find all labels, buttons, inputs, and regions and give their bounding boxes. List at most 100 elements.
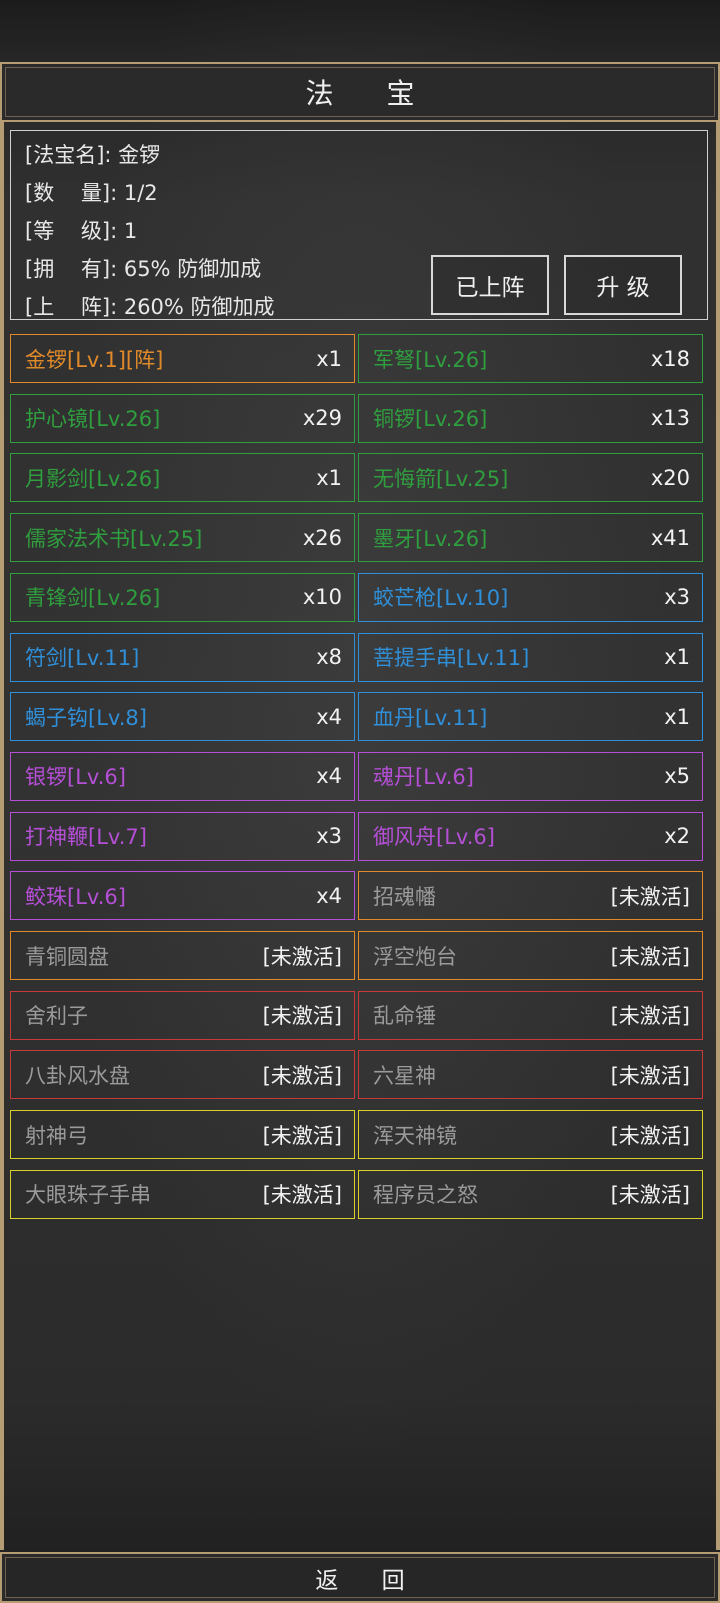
treasure-item[interactable]: 射神弓 [未激活]: [10, 1110, 355, 1160]
treasure-item[interactable]: 月影剑[Lv.26] x1: [10, 453, 355, 503]
treasure-item[interactable]: 符剑[Lv.11] x8: [10, 632, 355, 682]
back-button[interactable]: 返 回: [0, 1552, 720, 1603]
treasure-item-name: 蝎子钩[Lv.8]: [25, 705, 147, 730]
treasure-item[interactable]: 魂丹[Lv.6] x5: [358, 751, 703, 801]
treasure-item-count: x13: [650, 406, 690, 431]
treasure-item-name: 御风舟[Lv.6]: [373, 825, 495, 850]
treasure-item-count: x41: [650, 525, 690, 550]
treasure-item-count: x1: [664, 645, 690, 669]
treasure-item-name: 浮空炮台: [373, 944, 457, 969]
treasure-item[interactable]: 军弩[Lv.26] x18: [358, 334, 703, 383]
info-level: [等 级]: 1: [25, 219, 138, 243]
treasure-item-name: 银锣[Lv.6]: [25, 765, 126, 790]
treasure-item[interactable]: 乱命锤 [未激活]: [358, 990, 703, 1040]
treasure-item[interactable]: 招魂幡 [未激活]: [358, 871, 703, 921]
treasure-item[interactable]: 墨牙[Lv.26] x41: [358, 513, 703, 563]
treasure-item-name: 青铜圆盘: [25, 944, 109, 969]
treasure-item-count: x18: [650, 346, 690, 371]
treasure-item-name: 无悔箭[Lv.25]: [373, 466, 509, 491]
treasure-item-count: [未激活]: [262, 1063, 342, 1088]
treasure-item-name: 八卦风水盘: [25, 1063, 130, 1088]
back-button-label: 返 回: [315, 1567, 423, 1594]
treasure-item-name: 月影剑[Lv.26]: [25, 466, 161, 491]
treasure-item-count: x1: [316, 465, 342, 490]
treasure-item-count: [未激活]: [610, 884, 690, 909]
treasure-item-name: 打神鞭[Lv.7]: [25, 825, 147, 850]
treasure-item-count: [未激活]: [262, 1004, 342, 1029]
treasure-item[interactable]: 血丹[Lv.11] x1: [358, 692, 703, 742]
info-own-bonus: [拥 有]: 65% 防御加成: [25, 257, 262, 281]
treasure-item-name: 军弩[Lv.26]: [373, 347, 488, 372]
treasure-item[interactable]: 浑天神镜 [未激活]: [358, 1110, 703, 1160]
treasure-item[interactable]: 大眼珠子手串 [未激活]: [10, 1169, 355, 1219]
treasure-item-count: x26: [302, 525, 342, 550]
treasure-item[interactable]: 金锣[Lv.1][阵] x1: [10, 334, 355, 383]
treasure-item-count: x4: [316, 764, 342, 789]
treasure-item-count: x4: [316, 883, 342, 908]
treasure-item-count: x29: [302, 406, 342, 431]
info-deploy-bonus: [上 阵]: 260% 防御加成: [25, 295, 275, 319]
treasure-item-count: x20: [650, 465, 690, 490]
treasure-item[interactable]: 银锣[Lv.6] x4: [10, 751, 355, 801]
treasure-item[interactable]: 程序员之怒 [未激活]: [358, 1169, 703, 1219]
treasure-item-count: x3: [316, 824, 342, 849]
treasure-item-name: 血丹[Lv.11]: [373, 705, 488, 730]
treasure-info-panel: [法宝名]: 金锣 [数 量]: 1/2 [等 级]: 1 [拥 有]: 65%…: [10, 130, 708, 320]
treasure-item-name: 射神弓: [25, 1123, 88, 1148]
title-bar: 法 宝: [0, 62, 720, 122]
treasure-item-count: x8: [316, 645, 342, 669]
treasure-item[interactable]: 护心镜[Lv.26] x29: [10, 393, 355, 443]
treasure-item-count: [未激活]: [262, 944, 342, 969]
treasure-item[interactable]: 菩提手串[Lv.11] x1: [358, 632, 703, 682]
treasure-item-count: [未激活]: [610, 944, 690, 969]
treasure-item-count: x1: [316, 346, 342, 371]
treasure-item-count: x10: [302, 585, 342, 610]
upgrade-button[interactable]: 升 级: [564, 255, 682, 315]
treasure-item-name: 舍利子: [25, 1004, 88, 1029]
info-quantity: [数 量]: 1/2: [25, 181, 158, 205]
treasure-item[interactable]: 舍利子 [未激活]: [10, 990, 355, 1040]
treasure-item[interactable]: 浮空炮台 [未激活]: [358, 931, 703, 980]
treasure-item[interactable]: 六星神 [未激活]: [358, 1050, 703, 1100]
treasure-item-count: [未激活]: [262, 1183, 342, 1208]
treasure-item-name: 大眼珠子手串: [25, 1183, 151, 1208]
treasure-item[interactable]: 青铜圆盘 [未激活]: [10, 931, 355, 980]
treasure-item-name: 乱命锤: [373, 1004, 436, 1029]
treasure-item[interactable]: 鲛珠[Lv.6] x4: [10, 871, 355, 921]
treasure-item-count: [未激活]: [610, 1004, 690, 1029]
treasure-item[interactable]: 儒家法术书[Lv.25] x26: [10, 513, 355, 563]
treasure-item-name: 青锋剑[Lv.26]: [25, 586, 161, 611]
treasure-item-name: 菩提手串[Lv.11]: [373, 646, 530, 670]
treasure-item-count: [未激活]: [262, 1123, 342, 1148]
treasure-item-name: 鲛珠[Lv.6]: [25, 884, 126, 909]
treasure-item[interactable]: 蝎子钩[Lv.8] x4: [10, 692, 355, 742]
treasure-item[interactable]: 青锋剑[Lv.26] x10: [10, 572, 355, 622]
treasure-item-count: [未激活]: [610, 1123, 690, 1148]
treasure-item-count: x4: [316, 704, 342, 729]
treasure-item-name: 浑天神镜: [373, 1123, 457, 1148]
treasure-item-count: x5: [664, 764, 690, 789]
treasure-item-name: 儒家法术书[Lv.25]: [25, 526, 203, 551]
treasure-item-name: 金锣[Lv.1][阵]: [25, 347, 164, 372]
treasure-item[interactable]: 蛟芒枪[Lv.10] x3: [358, 572, 703, 622]
treasure-item-name: 六星神: [373, 1063, 436, 1088]
treasure-item-name: 招魂幡: [373, 884, 436, 909]
treasure-item-count: [未激活]: [610, 1183, 690, 1208]
treasure-item[interactable]: 打神鞭[Lv.7] x3: [10, 811, 355, 861]
treasure-item-count: x1: [664, 704, 690, 729]
treasure-item-name: 蛟芒枪[Lv.10]: [373, 586, 509, 611]
treasure-item-name: 符剑[Lv.11]: [25, 646, 140, 670]
treasure-item[interactable]: 御风舟[Lv.6] x2: [358, 811, 703, 861]
treasure-item[interactable]: 铜锣[Lv.26] x13: [358, 393, 703, 443]
treasure-item-count: [未激活]: [610, 1063, 690, 1088]
info-name: [法宝名]: 金锣: [25, 143, 161, 167]
treasure-item-name: 护心镜[Lv.26]: [25, 407, 161, 432]
treasure-item-name: 墨牙[Lv.26]: [373, 526, 488, 551]
treasure-item-count: x2: [664, 824, 690, 849]
treasure-item[interactable]: 无悔箭[Lv.25] x20: [358, 453, 703, 503]
treasure-item-name: 铜锣[Lv.26]: [373, 407, 488, 432]
deployed-button[interactable]: 已上阵: [431, 255, 549, 315]
treasure-item[interactable]: 八卦风水盘 [未激活]: [10, 1050, 355, 1100]
page-title: 法 宝: [305, 77, 437, 110]
treasure-item-name: 程序员之怒: [373, 1183, 478, 1208]
